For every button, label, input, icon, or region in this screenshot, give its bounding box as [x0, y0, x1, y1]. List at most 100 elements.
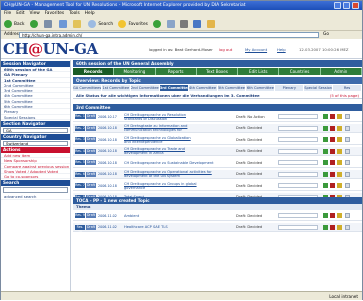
row-tag-draft[interactable]: Draft	[86, 183, 96, 188]
search-label[interactable]: Search	[98, 22, 113, 27]
minimize-button[interactable]	[334, 2, 341, 9]
approve-icon[interactable]	[323, 114, 328, 119]
flag-icon[interactable]	[337, 183, 342, 188]
row-title-link[interactable]: CH Dreikugesprache zu Globalization and i…	[124, 136, 234, 144]
committee-tab[interactable]: 1st Committee	[102, 85, 131, 91]
forward-icon[interactable]	[29, 19, 38, 28]
edit-icon[interactable]	[345, 183, 350, 188]
approve-icon[interactable]	[323, 125, 328, 131]
flag-icon[interactable]	[337, 213, 342, 218]
logout-link[interactable]: log out	[219, 47, 232, 52]
row-tag-draft[interactable]: Draft	[86, 148, 96, 154]
approve-icon[interactable]	[323, 160, 328, 165]
committee-tab[interactable]: 2nd Committee	[131, 85, 160, 91]
edit-icon[interactable]	[345, 160, 350, 165]
committee-tab[interactable]: 5th Committee	[218, 85, 247, 91]
back-icon[interactable]	[4, 19, 12, 28]
advanced-search-link[interactable]: advanced search	[1, 194, 70, 200]
row-note-field[interactable]	[278, 171, 318, 177]
committee-tab[interactable]: 3rd Committee	[159, 85, 189, 91]
close-button[interactable]	[352, 2, 359, 9]
back-label[interactable]: Back	[14, 22, 24, 27]
row-tag[interactable]: Res. 10	[75, 224, 85, 234]
edit-icon[interactable]	[193, 19, 202, 28]
reject-icon[interactable]	[330, 171, 335, 177]
approve-icon[interactable]	[323, 213, 328, 218]
tab-reports[interactable]: Reports	[156, 68, 197, 75]
tab-countries[interactable]: Countries	[279, 68, 321, 75]
favorites-icon[interactable]	[118, 19, 127, 28]
flag-icon[interactable]	[337, 125, 342, 131]
reject-icon[interactable]	[330, 137, 335, 142]
edit-icon[interactable]	[345, 137, 350, 142]
row-title-link[interactable]: Healthcare ACP SAE TLS	[124, 225, 234, 229]
maximize-button[interactable]	[343, 2, 350, 9]
reject-icon[interactable]	[330, 213, 335, 218]
sidebar-action-item[interactable]: Go to co-sponsors	[1, 174, 70, 180]
folder-icon[interactable]	[206, 19, 215, 28]
approve-icon[interactable]	[323, 224, 328, 230]
menu-item-favorites[interactable]: Favorites	[45, 11, 64, 16]
sidebar-search-input[interactable]	[3, 187, 68, 194]
print-icon[interactable]	[180, 19, 188, 28]
flag-icon[interactable]	[337, 171, 342, 177]
search-icon[interactable]	[88, 19, 97, 28]
media-icon[interactable]	[153, 19, 162, 28]
tab-admin[interactable]: Admin	[321, 68, 362, 75]
row-tag[interactable]: Res. 1	[75, 114, 85, 119]
edit-icon[interactable]	[345, 224, 350, 230]
row-note-field[interactable]	[278, 183, 318, 188]
row-title-link[interactable]: CH Dreikugesprache zu Sustainable Develo…	[124, 161, 234, 165]
section-select[interactable]: GA	[3, 127, 68, 133]
menu-item-view[interactable]: View	[30, 11, 40, 16]
row-title-link[interactable]: CH Dreikugesprache zu Trade and developme…	[124, 147, 234, 155]
row-tag[interactable]: Res. 4	[75, 148, 85, 154]
edit-icon[interactable]	[345, 171, 350, 177]
home-icon[interactable]	[72, 19, 81, 28]
row-tag[interactable]: Res. 7	[75, 183, 85, 188]
address-input[interactable]: http://chun-ga.intra.admin.ch/	[19, 32, 319, 38]
row-tag[interactable]: Res. 9	[75, 213, 85, 218]
row-tag[interactable]: Res. 5	[75, 160, 85, 165]
edit-icon[interactable]	[345, 213, 350, 218]
flag-icon[interactable]	[337, 114, 342, 119]
reject-icon[interactable]	[330, 224, 335, 230]
reject-icon[interactable]	[330, 125, 335, 131]
row-tag-draft[interactable]: Draft	[86, 224, 96, 230]
row-title-link[interactable]: CH Drehsgtaste zu Information and communi…	[124, 124, 234, 132]
sidebar-item-session[interactable]: Special Sessions	[1, 115, 70, 120]
committee-tab[interactable]: 4th Committee	[189, 85, 218, 91]
mail-icon[interactable]	[166, 19, 175, 28]
committee-tab[interactable]: 6th Committee	[246, 85, 276, 91]
row-tag-draft[interactable]: Draft	[86, 160, 96, 165]
menu-item-file[interactable]: File	[4, 11, 11, 16]
row-note-field[interactable]	[278, 114, 318, 119]
reject-icon[interactable]	[330, 148, 335, 154]
help-link[interactable]: Help	[277, 47, 286, 52]
row-note-field[interactable]	[278, 213, 318, 218]
favorites-label[interactable]: Favorites	[128, 22, 147, 27]
row-note-field[interactable]	[278, 160, 318, 165]
edit-icon[interactable]	[345, 148, 350, 154]
committee-tab[interactable]: Special Sessions	[304, 85, 334, 91]
committee-tab[interactable]: Res	[333, 85, 362, 91]
row-tag-draft[interactable]: Draft	[86, 213, 96, 218]
site-logo[interactable]: CH@UN-GA	[3, 39, 98, 59]
row-tag[interactable]: Res. 6	[75, 171, 85, 177]
tab-edit-lists[interactable]: Edit Lists	[238, 68, 280, 75]
flag-icon[interactable]	[337, 137, 342, 142]
refresh-icon[interactable]	[58, 19, 67, 28]
approve-icon[interactable]	[323, 183, 328, 188]
menu-item-edit[interactable]: Edit	[16, 11, 24, 16]
reject-icon[interactable]	[330, 183, 335, 188]
row-title-link[interactable]: CH Dreikugesprache zu Groups in global go…	[124, 182, 234, 190]
go-button[interactable]: Go	[323, 31, 329, 39]
row-note-field[interactable]	[278, 148, 318, 154]
flag-icon[interactable]	[337, 160, 342, 165]
my-account-link[interactable]: My Account	[245, 47, 267, 52]
edit-icon[interactable]	[345, 114, 350, 119]
list-action-link[interactable]: (5 of this page)	[330, 93, 359, 99]
row-tag[interactable]: Res. 2	[75, 125, 85, 131]
approve-icon[interactable]	[323, 148, 328, 154]
row-tag-draft[interactable]: Draft	[86, 125, 96, 131]
